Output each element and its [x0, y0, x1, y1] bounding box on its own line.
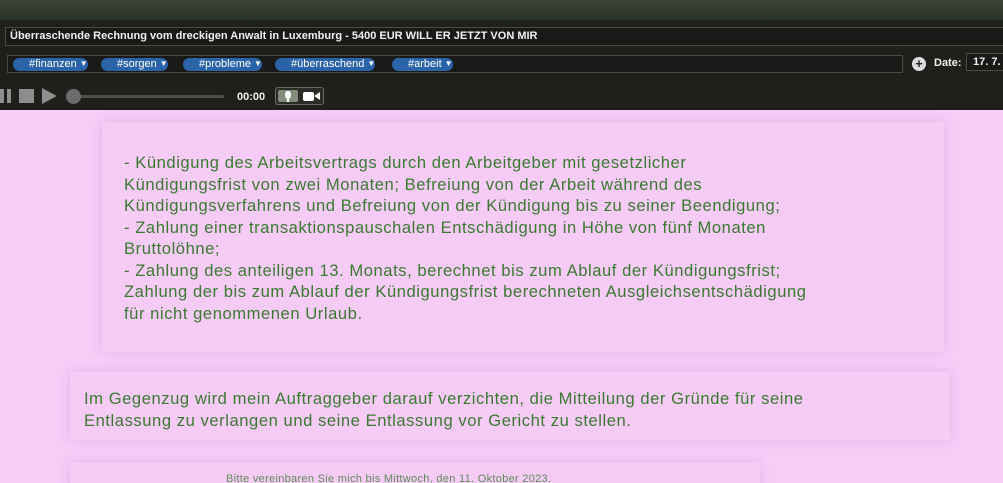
window-top-strip	[0, 0, 1003, 20]
video-camera-icon	[303, 92, 314, 101]
pause-icon[interactable]	[0, 89, 12, 103]
note-title-input[interactable]: Überraschende Rechnung vom dreckigen Anw…	[5, 27, 1003, 46]
recording-toggle-group	[275, 87, 324, 105]
tag-ueberraschend[interactable]: #überraschend ▼	[275, 58, 376, 71]
tag-label: #probleme	[199, 58, 251, 70]
add-tag-button[interactable]: +	[912, 57, 926, 71]
date-label: Date:	[934, 57, 962, 69]
tags-input[interactable]: #finanzen ▼ #sorgen ▼ #probleme ▼ #überrasc…	[7, 55, 903, 73]
play-icon[interactable]	[42, 88, 57, 104]
tag-probleme[interactable]: #probleme ▼	[183, 58, 262, 71]
chevron-down-icon: ▼	[444, 59, 453, 68]
tag-label: #finanzen	[29, 58, 77, 70]
chevron-down-icon: ▼	[79, 59, 88, 68]
date-input[interactable]: 17. 7.	[966, 53, 1003, 71]
tag-label: #überraschend	[291, 58, 365, 70]
microphone-button[interactable]	[278, 90, 298, 102]
chevron-down-icon: ▼	[159, 59, 168, 68]
editor-toolbar: Überraschende Rechnung vom dreckigen Anw…	[0, 0, 1003, 110]
camera-button[interactable]	[303, 91, 321, 102]
microphone-icon	[285, 91, 291, 99]
tag-label: #sorgen	[117, 58, 157, 70]
playback-slider[interactable]	[72, 95, 224, 98]
chevron-down-icon: ▼	[367, 59, 376, 68]
tag-sorgen[interactable]: #sorgen ▼	[101, 58, 168, 71]
deadline-paragraph: Bitte vereinbaren Sie mich bis Mittwoch,…	[226, 473, 552, 483]
tag-arbeit[interactable]: #arbeit ▼	[392, 58, 453, 71]
microphone-stand	[287, 99, 289, 102]
terms-paragraph: - Kündigung des Arbeitsvertrags durch de…	[124, 153, 807, 323]
counter-paragraph: Im Gegenzug wird mein Auftraggeber darau…	[84, 389, 804, 430]
video-camera-lens	[314, 92, 320, 100]
playback-slider-thumb[interactable]	[66, 89, 81, 104]
tag-label: #arbeit	[408, 58, 442, 70]
playback-time: 00:00	[237, 91, 266, 103]
stop-icon[interactable]	[19, 89, 34, 103]
tag-finanzen[interactable]: #finanzen ▼	[13, 58, 88, 71]
chevron-down-icon: ▼	[253, 59, 262, 68]
plus-circle-icon: +	[915, 56, 923, 71]
